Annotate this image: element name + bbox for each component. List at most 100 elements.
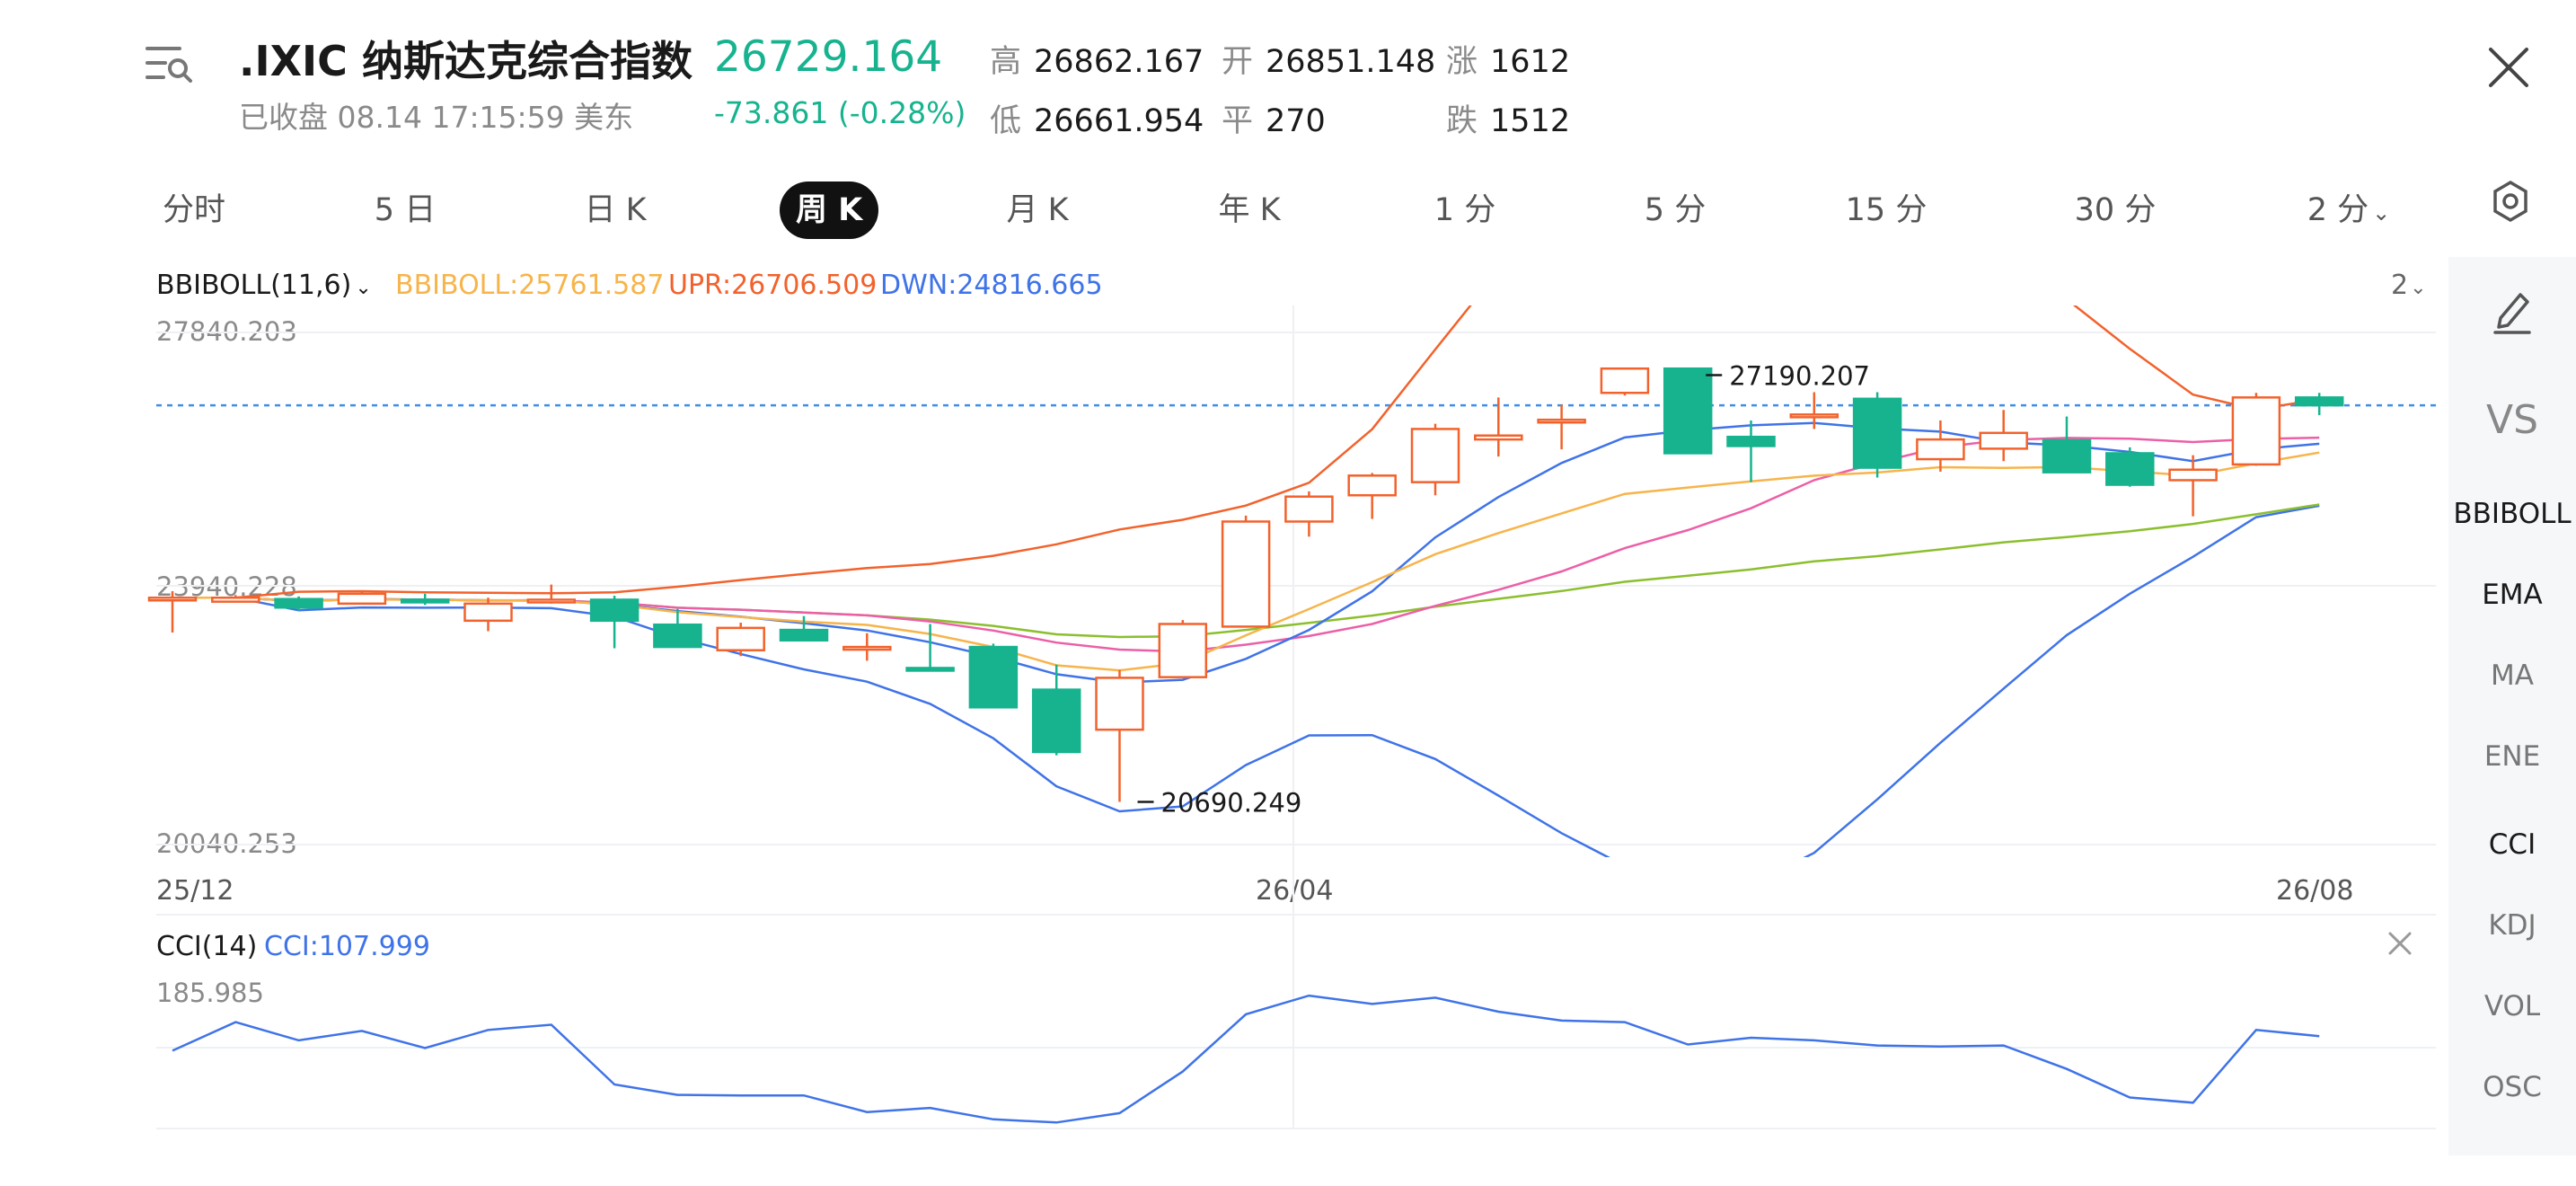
tab-minute[interactable]: 分时 bbox=[158, 181, 230, 239]
stat-label: 平 bbox=[1222, 103, 1254, 139]
candle-body bbox=[1726, 435, 1776, 447]
stat-flat: 平 270 bbox=[1222, 95, 1326, 141]
sidebar-item-bbiboll[interactable]: BBIBOLL bbox=[2448, 498, 2576, 530]
price-chart[interactable]: 27190.207 20690.249 bbox=[0, 0, 2576, 1186]
indicator-selector[interactable]: BBIBOLL(11,6) ⌄ bbox=[156, 270, 372, 301]
candle-body bbox=[1410, 428, 1460, 483]
candle-body bbox=[1095, 677, 1144, 731]
indicator-name: BBIBOLL(11,6) bbox=[156, 270, 352, 301]
candle-body bbox=[1979, 431, 2028, 450]
tab-yearly-k[interactable]: 年 K bbox=[1209, 181, 1290, 239]
candle-body bbox=[1663, 367, 1713, 455]
dwn-value: DWN:24816.665 bbox=[880, 270, 1103, 301]
stat-low: 低 26661.954 bbox=[990, 95, 1204, 141]
candle-body bbox=[842, 645, 892, 651]
sidebar-item-ma[interactable]: MA bbox=[2448, 659, 2576, 692]
candle-body bbox=[1789, 413, 1839, 419]
bbiboll-line bbox=[172, 451, 2320, 672]
y-axis-mid-label: 23940.228 bbox=[156, 571, 297, 602]
tab-2min-label: 2 分 bbox=[2307, 192, 2369, 228]
chart-grid bbox=[156, 305, 2436, 1129]
candles bbox=[147, 367, 2344, 802]
close-icon[interactable] bbox=[2486, 45, 2531, 90]
sidebar-item-kdj[interactable]: KDJ bbox=[2448, 909, 2576, 942]
y-axis-bottom-label: 20040.253 bbox=[156, 828, 297, 859]
stat-label: 高 bbox=[990, 44, 1022, 80]
x-axis-date-start: 25/12 bbox=[156, 875, 234, 907]
stat-fall: 跌 1512 bbox=[1446, 95, 1570, 141]
sidebar-item-ema[interactable]: EMA bbox=[2448, 579, 2576, 611]
sidebar-item-osc[interactable]: OSC bbox=[2448, 1071, 2576, 1103]
stat-value: 26661.954 bbox=[1034, 103, 1204, 139]
candle-body bbox=[1852, 397, 1902, 469]
sidebar-item-vol[interactable]: VOL bbox=[2448, 990, 2576, 1022]
candle-body bbox=[400, 598, 450, 604]
stat-label: 跌 bbox=[1446, 103, 1478, 139]
candle-body bbox=[1347, 474, 1397, 497]
tab-daily-k[interactable]: 日 K bbox=[575, 181, 656, 239]
chevron-down-icon: ⌄ bbox=[2372, 200, 2391, 226]
candle-body bbox=[2042, 438, 2092, 474]
candle-body bbox=[337, 592, 387, 606]
candle-body bbox=[2168, 468, 2218, 482]
stat-rise: 涨 1612 bbox=[1446, 36, 1570, 82]
tab-5day[interactable]: 5 日 bbox=[365, 181, 446, 239]
cci-indicator-name: CCI(14) bbox=[156, 931, 258, 962]
candle-body bbox=[905, 667, 955, 672]
bbiboll-value: BBIBOLL:25761.587 bbox=[395, 270, 665, 301]
cci-value: CCI:107.999 bbox=[264, 931, 430, 962]
stat-high: 高 26862.167 bbox=[990, 36, 1204, 82]
candle-body bbox=[1158, 623, 1208, 678]
candle-body bbox=[968, 645, 1019, 709]
candle-body bbox=[526, 598, 577, 604]
candle-body bbox=[1221, 520, 1271, 628]
stat-value: 1512 bbox=[1490, 103, 1571, 139]
edit-icon[interactable] bbox=[2490, 286, 2535, 336]
sidebar-item-cci[interactable]: CCI bbox=[2448, 828, 2576, 861]
price-change: -73.861 (-0.28%) bbox=[714, 95, 966, 130]
ma-mid-line bbox=[172, 436, 2320, 653]
tab-15min[interactable]: 15 分 bbox=[1841, 181, 1931, 239]
stat-value: 270 bbox=[1266, 103, 1326, 139]
candle-body bbox=[1537, 418, 1586, 424]
tab-monthly-k[interactable]: 月 K bbox=[997, 181, 1078, 239]
candle-body bbox=[1600, 367, 1650, 394]
ma-short-line bbox=[172, 421, 2320, 684]
stat-value: 1612 bbox=[1490, 44, 1571, 80]
candle-body bbox=[2231, 396, 2281, 466]
cci-axis-top-label: 185.985 bbox=[156, 978, 264, 1008]
candle-body bbox=[1031, 688, 1081, 754]
x-axis-date-end: 26/08 bbox=[2276, 875, 2354, 907]
chevron-down-icon: ⌄ bbox=[355, 277, 372, 299]
stat-value: 26851.148 bbox=[1266, 44, 1436, 80]
upr-line bbox=[172, 305, 2320, 599]
candle-body bbox=[653, 623, 702, 649]
tab-2min[interactable]: 2 分 ⌄ bbox=[2299, 181, 2398, 239]
close-subchart-icon[interactable] bbox=[2387, 931, 2413, 956]
market-status: 已收盘 08.14 17:15:59 美东 bbox=[239, 100, 634, 135]
tab-30min[interactable]: 30 分 bbox=[2066, 181, 2165, 239]
candle-body bbox=[1474, 434, 1523, 441]
sidebar-item-vs[interactable]: VS bbox=[2448, 397, 2576, 443]
candle-body bbox=[779, 628, 829, 642]
stat-value: 26862.167 bbox=[1034, 44, 1204, 80]
tab-weekly-k[interactable]: 周 K bbox=[780, 181, 879, 239]
stat-label: 低 bbox=[990, 103, 1022, 139]
candle-body bbox=[2105, 452, 2155, 486]
max-price-label: 27190.207 bbox=[1729, 361, 1870, 392]
sidebar-item-ene[interactable]: ENE bbox=[2448, 740, 2576, 773]
settings-icon[interactable] bbox=[2492, 180, 2529, 223]
candle-body bbox=[589, 598, 640, 623]
candle-body bbox=[463, 602, 513, 623]
upr-value: UPR:26706.509 bbox=[668, 270, 878, 301]
chart-count-selector[interactable]: 2⌄ bbox=[2391, 270, 2427, 301]
min-price-label: 20690.249 bbox=[1161, 788, 1302, 819]
menu-search-icon[interactable] bbox=[144, 41, 194, 86]
candle-body bbox=[1284, 495, 1334, 523]
x-axis-date-mid: 26/04 bbox=[1256, 875, 1334, 907]
tab-5min[interactable]: 5 分 bbox=[1635, 181, 1716, 239]
chart-count-label: 2 bbox=[2391, 270, 2409, 301]
tab-1min[interactable]: 1 分 bbox=[1425, 181, 1505, 239]
candle-body bbox=[716, 626, 765, 651]
candle-body bbox=[2294, 396, 2344, 407]
